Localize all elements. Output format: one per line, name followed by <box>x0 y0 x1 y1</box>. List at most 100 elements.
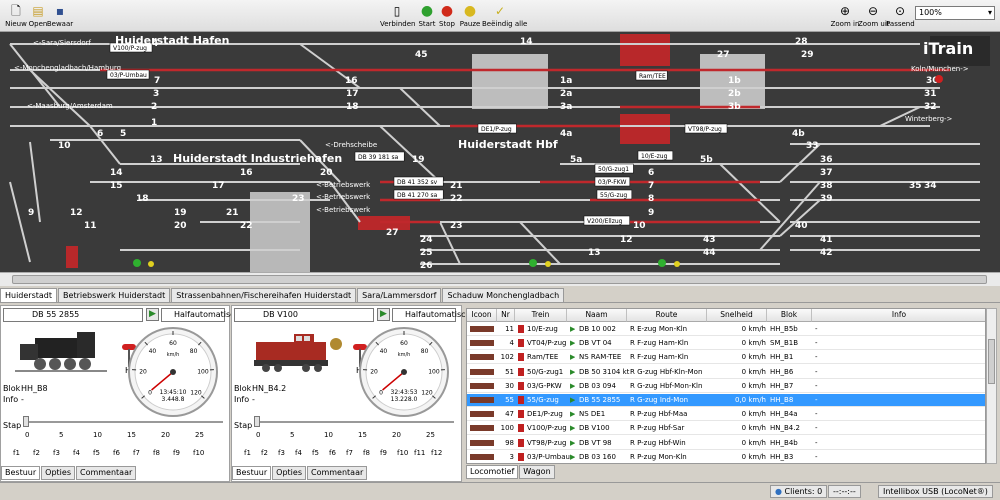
zoom-out-button[interactable]: ⊖ Zoom uit <box>858 2 890 30</box>
play-icon[interactable]: ▶ <box>570 366 575 378</box>
function-button-f7[interactable]: f7 <box>133 449 140 457</box>
table-row[interactable]: 100 V100/P-zug DB V100 R P-zug Hbf-Sar 0 km/… <box>467 422 985 436</box>
table-row[interactable]: 47 DE1/P-zug NS DE1 R P-zug Hbf-Maa 0 km/h HH… <box>467 408 985 422</box>
table-row[interactable]: 98 VT98/P-zug DB VT 98 R P-zug Hbf-Win 0 km/… <box>467 437 985 450</box>
function-button-f1[interactable]: f1 <box>244 449 251 457</box>
tab-huiderstadt[interactable]: Huiderstadt <box>0 288 58 302</box>
column-header[interactable]: Blok <box>767 309 812 322</box>
column-header[interactable]: Trein <box>515 309 567 322</box>
column-header[interactable]: Naam <box>567 309 627 322</box>
function-button-f9[interactable]: f9 <box>173 449 180 457</box>
tab-betriebswerk[interactable]: Betriebswerk Huiderstadt <box>58 288 171 302</box>
tab-bestuur[interactable]: Bestuur <box>1 466 41 480</box>
table-row[interactable]: 51 50/G-zug1 DB 50 3104 kt R G-zug Hbf-Kln-… <box>467 366 985 379</box>
column-header[interactable]: Route <box>627 309 707 322</box>
tab-wagon[interactable]: Wagon <box>519 465 555 479</box>
function-button-f2[interactable]: f2 <box>261 449 268 457</box>
tab-schaduw[interactable]: Schaduw Monchengladbach <box>442 288 565 302</box>
function-button-f9[interactable]: f9 <box>380 449 387 457</box>
function-button-f12[interactable]: f12 <box>431 449 442 457</box>
signal-light[interactable] <box>935 75 943 83</box>
track-board[interactable]: iTrain 4 14 28 45 27 29 7 16 1a 1b 30 3 17 2a 2b 31 2 18 3… <box>0 32 1000 272</box>
play-icon[interactable]: ▶ <box>570 323 575 335</box>
function-button-f6[interactable]: f6 <box>329 449 336 457</box>
column-header[interactable]: Info <box>812 309 985 322</box>
signal-light[interactable] <box>674 261 680 267</box>
tab-bestuur[interactable]: Bestuur <box>232 466 272 480</box>
table-vertical-scrollbar[interactable] <box>986 308 997 464</box>
function-button-f11[interactable]: f11 <box>414 449 425 457</box>
table-row[interactable]: 4 VT04/P-zug DB VT 04 R F-zug Ham-Kln 0 km/h… <box>467 337 985 351</box>
function-button-f6[interactable]: f6 <box>113 449 120 457</box>
table-row[interactable]: 11 10/E-zug DB 10 002 R E-zug Mon-Kln 0 km/h… <box>467 323 985 336</box>
function-button-f7[interactable]: f7 <box>346 449 353 457</box>
speed-slider[interactable] <box>254 415 454 429</box>
function-button-f10[interactable]: f10 <box>193 449 204 457</box>
tab-opties[interactable]: Opties <box>41 466 75 480</box>
go-button[interactable]: ▶ <box>377 308 390 321</box>
connect-button[interactable]: ▯ Verbinden <box>380 2 415 30</box>
block-number: 6 <box>97 129 103 139</box>
speed-slider[interactable] <box>23 415 223 429</box>
function-button-f10[interactable]: f10 <box>397 449 408 457</box>
function-button-f8[interactable]: f8 <box>153 449 160 457</box>
signal-light[interactable] <box>148 261 154 267</box>
scale-tick: 25 <box>426 431 435 439</box>
tab-commentaar[interactable]: Commentaar <box>75 466 137 480</box>
stop-button[interactable]: ● Stop <box>436 2 458 30</box>
function-button-f3[interactable]: f3 <box>53 449 60 457</box>
function-button-f4[interactable]: f4 <box>295 449 302 457</box>
svg-text:DB 41 270 sa: DB 41 270 sa <box>397 192 438 199</box>
table-row[interactable]: 3 03/P-Umbau DB 03 160 R P-zug Mon-Kln 0 km/… <box>467 451 985 463</box>
function-button-f5[interactable]: f5 <box>93 449 100 457</box>
play-icon[interactable]: ▶ <box>570 422 575 434</box>
pause-button[interactable]: ● Pauze <box>458 2 482 30</box>
loco-select[interactable]: DB V100 <box>234 308 374 322</box>
function-button-f1[interactable]: f1 <box>13 449 20 457</box>
column-header[interactable]: Snelheid <box>707 309 767 322</box>
scroll-thumb[interactable] <box>12 275 987 284</box>
function-button-f8[interactable]: f8 <box>363 449 370 457</box>
play-icon[interactable]: ▶ <box>570 351 575 363</box>
slider-thumb[interactable] <box>254 416 260 427</box>
function-button-f5[interactable]: f5 <box>312 449 319 457</box>
tab-locomotief[interactable]: Locomotief <box>466 465 519 479</box>
table-row[interactable]: 55 55/G-zug DB 55 2855 R G-zug Ind-Mon 0,0 k… <box>467 394 985 407</box>
play-icon[interactable]: ▶ <box>570 380 575 392</box>
tab-strassenbahnen[interactable]: Strassenbahnen/Fischereihafen Huiderstad… <box>171 288 357 302</box>
tab-opties[interactable]: Opties <box>272 466 306 480</box>
zoom-in-button[interactable]: ⊕ Zoom in <box>830 2 860 30</box>
signal-light[interactable] <box>529 259 537 267</box>
tab-sara[interactable]: Sara/Lammersdorf <box>357 288 442 302</box>
play-icon[interactable]: ▶ <box>570 394 575 406</box>
signal-light[interactable] <box>133 259 141 267</box>
play-icon[interactable]: ▶ <box>570 337 575 349</box>
play-icon[interactable]: ▶ <box>570 437 575 449</box>
track-layout[interactable]: iTrain 4 14 2845 27 297 16 1a 1b 303 17 2a 2b 312 18 3… <box>0 32 1000 272</box>
column-header[interactable]: Nr <box>497 309 515 322</box>
table-row[interactable]: 102 Ram/TEE NS RAM-TEE R F-zug Ham-Kln 0 km/… <box>467 351 985 365</box>
go-button[interactable]: ▶ <box>146 308 159 321</box>
zoom-select[interactable]: 100% <box>915 6 995 20</box>
signal-light[interactable] <box>545 261 551 267</box>
loco-select[interactable]: DB 55 2855 <box>3 308 143 322</box>
mode-select[interactable]: Halfautomatisch <box>161 308 240 322</box>
play-icon[interactable]: ▶ <box>570 451 575 463</box>
function-button-f4[interactable]: f4 <box>73 449 80 457</box>
function-button-f2[interactable]: f2 <box>33 449 40 457</box>
play-icon[interactable]: ▶ <box>570 408 575 420</box>
scroll-thumb[interactable] <box>988 339 995 384</box>
table-cell: R G-zug Hbf-Mon-Kln <box>630 381 703 390</box>
signal-light[interactable] <box>658 259 666 267</box>
zoom-fit-button[interactable]: ⊙ Passend <box>886 2 915 30</box>
start-button[interactable]: ● Start <box>416 2 438 30</box>
slider-thumb[interactable] <box>23 416 29 427</box>
save-button[interactable]: ▪ Bewaar <box>46 2 74 30</box>
tab-commentaar[interactable]: Commentaar <box>306 466 368 480</box>
mode-select[interactable]: Halfautomatisch <box>392 308 471 322</box>
table-row[interactable]: 30 03/G-PKW DB 03 094 R G-zug Hbf-Mon-Kln 0 … <box>467 380 985 393</box>
function-button-f3[interactable]: f3 <box>278 449 285 457</box>
board-horizontal-scrollbar[interactable] <box>0 272 1000 286</box>
end-all-button[interactable]: ✓ Beëindig alle <box>482 2 527 30</box>
column-header[interactable]: Icoon <box>467 309 497 322</box>
